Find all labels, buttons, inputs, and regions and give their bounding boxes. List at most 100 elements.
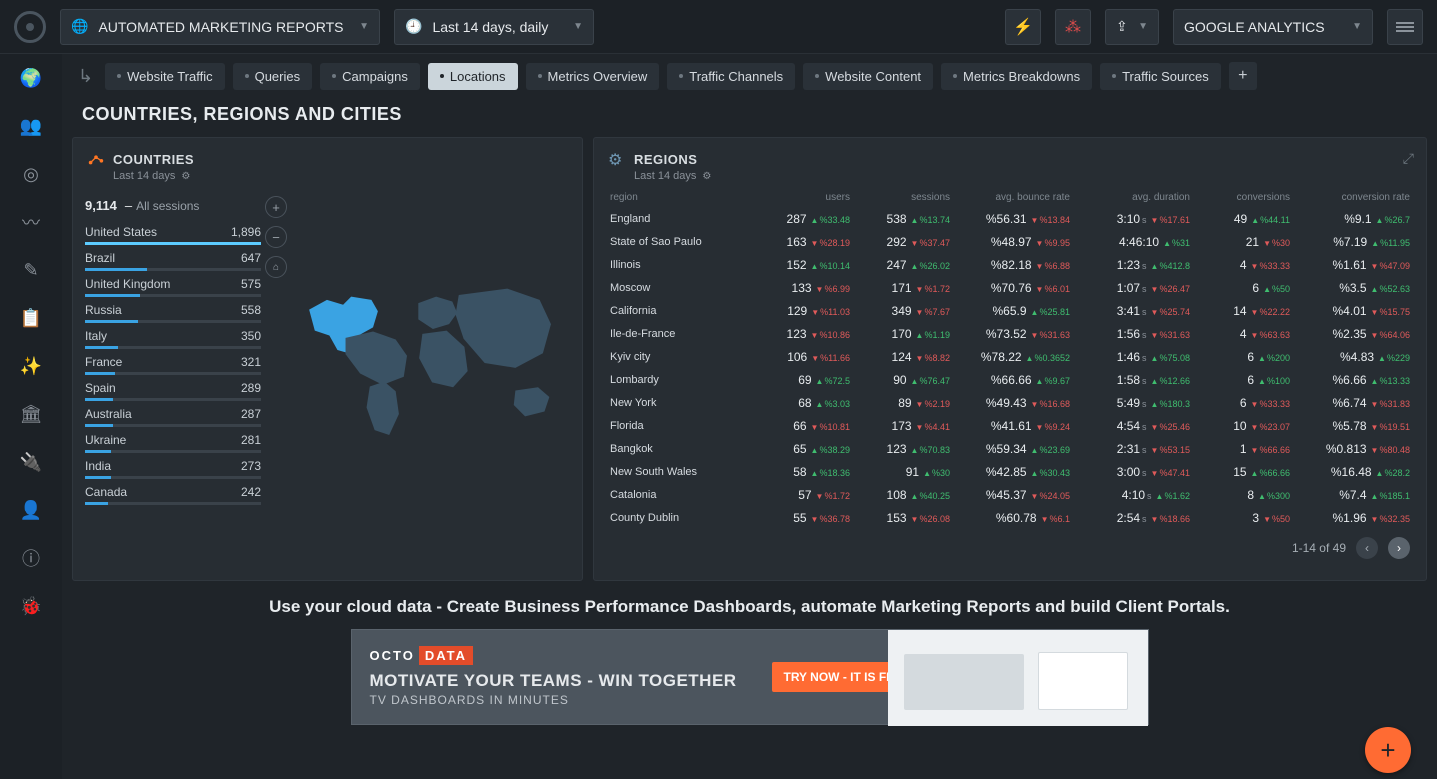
- promo-brand-2: DATA: [419, 646, 473, 665]
- nav-plug-icon[interactable]: 🔌: [19, 450, 43, 474]
- promo-section: Use your cloud data - Create Business Pe…: [72, 597, 1427, 725]
- country-row[interactable]: India273: [83, 455, 263, 481]
- page-title: COUNTRIES, REGIONS AND CITIES: [72, 98, 1427, 137]
- bug-icon-button[interactable]: ⁂: [1055, 9, 1091, 45]
- share-button[interactable]: ⇪ ▼: [1105, 9, 1159, 45]
- next-page-button[interactable]: ›: [1388, 537, 1410, 559]
- topbar: 🌐 AUTOMATED MARKETING REPORTS ▼ 🕘 Last 1…: [0, 0, 1437, 54]
- source-select[interactable]: GOOGLE ANALYTICS ▼: [1173, 9, 1373, 45]
- country-row[interactable]: Italy350: [83, 325, 263, 351]
- country-row[interactable]: Canada242: [83, 481, 263, 507]
- nav-people-icon[interactable]: 👥: [19, 114, 43, 138]
- tabs-row: ↳ Website Traffic Queries Campaigns Locatio…: [72, 54, 1427, 98]
- region-row[interactable]: Ile-de-France123▼%10.86170▲%1.19%73.52▼%…: [594, 322, 1426, 345]
- prev-page-button[interactable]: ‹: [1356, 537, 1378, 559]
- nav-globe-icon[interactable]: 🌍: [19, 66, 43, 90]
- gear-icon: ⚙: [608, 150, 626, 168]
- region-row[interactable]: New South Wales58▲%18.3691▲%30%42.85▲%30…: [594, 460, 1426, 483]
- world-map[interactable]: [297, 194, 572, 507]
- nav-bank-icon[interactable]: 🏛: [19, 402, 43, 426]
- regions-title: REGIONS: [634, 152, 697, 167]
- caret-down-icon: ▼: [573, 21, 583, 32]
- regions-header-row: region users sessions avg. bounce rate a…: [594, 190, 1426, 207]
- add-tab-button[interactable]: +: [1229, 62, 1257, 90]
- country-row[interactable]: Australia287: [83, 403, 263, 429]
- promo-banner[interactable]: OCTODATA MOTIVATE YOUR TEAMS - WIN TOGET…: [351, 629, 1149, 725]
- country-row[interactable]: United States1,896: [83, 221, 263, 247]
- country-row[interactable]: Ukraine281: [83, 429, 263, 455]
- region-row[interactable]: Bangkok65▲%38.29123▲%70.83%59.34▲%23.692…: [594, 437, 1426, 460]
- nav-pencil-icon[interactable]: ✎: [19, 258, 43, 282]
- tab-metrics-breakdowns[interactable]: Metrics Breakdowns: [941, 63, 1092, 90]
- gear-icon[interactable]: ⚙: [702, 171, 711, 182]
- all-sessions-row: 9,114 – All sessions: [83, 194, 263, 221]
- region-row[interactable]: New York68▲%3.0389▼%2.19%49.43▼%16.685:4…: [594, 391, 1426, 414]
- caret-down-icon: ▼: [1352, 21, 1362, 32]
- left-nav: 🌍 👥 ◎ 〰 ✎ 📋 ✨ 🏛 🔌 👤 ⓘ 🐞: [0, 54, 62, 779]
- country-row[interactable]: Spain289: [83, 377, 263, 403]
- region-row[interactable]: England287▲%33.48538▲%13.74%56.31▼%13.84…: [594, 207, 1426, 230]
- nav-radar-icon[interactable]: ◎: [19, 162, 43, 186]
- countries-title: COUNTRIES: [113, 152, 194, 167]
- country-row[interactable]: France321: [83, 351, 263, 377]
- country-row[interactable]: Russia558: [83, 299, 263, 325]
- regions-subtitle: Last 14 days: [634, 170, 696, 182]
- report-select[interactable]: 🌐 AUTOMATED MARKETING REPORTS ▼: [60, 9, 380, 45]
- nav-user-icon[interactable]: 👤: [19, 498, 43, 522]
- regions-panel: ⤢ ⚙ REGIONS Last 14 days ⚙ region users …: [593, 137, 1427, 581]
- tab-traffic-sources[interactable]: Traffic Sources: [1100, 63, 1221, 90]
- all-sessions-label: All sessions: [136, 199, 199, 213]
- region-row[interactable]: Florida66▼%10.81173▼%4.41%41.61▼%9.244:5…: [594, 414, 1426, 437]
- region-row[interactable]: Lombardy69▲%72.590▲%76.47%66.66▲%9.671:5…: [594, 368, 1426, 391]
- nav-chart-icon[interactable]: 〰: [19, 210, 43, 234]
- date-range-select[interactable]: 🕘 Last 14 days, daily ▼: [394, 9, 594, 45]
- region-row[interactable]: Catalonia57▼%1.72108▲%40.25%45.37▼%24.05…: [594, 483, 1426, 506]
- caret-down-icon: ▼: [1138, 21, 1148, 32]
- nav-info-icon[interactable]: ⓘ: [19, 546, 43, 570]
- flow-icon: ↳: [78, 66, 93, 87]
- countries-subtitle: Last 14 days: [113, 170, 175, 182]
- tab-traffic-channels[interactable]: Traffic Channels: [667, 63, 795, 90]
- tab-metrics-overview[interactable]: Metrics Overview: [526, 63, 660, 90]
- globe-icon: 🌐: [71, 18, 88, 35]
- app-logo: [14, 11, 46, 43]
- nav-debug-icon[interactable]: 🐞: [19, 594, 43, 618]
- promo-headline: Use your cloud data - Create Business Pe…: [72, 597, 1427, 617]
- promo-brand-1: OCTO: [370, 648, 415, 663]
- date-range-label: Last 14 days, daily: [432, 19, 548, 35]
- caret-down-icon: ▼: [359, 21, 369, 32]
- country-row[interactable]: Brazil647: [83, 247, 263, 273]
- plug-icon-button[interactable]: ⚡: [1005, 9, 1041, 45]
- countries-list: 9,114 – All sessions United States1,896B…: [83, 194, 263, 507]
- tab-website-content[interactable]: Website Content: [803, 63, 933, 90]
- region-row[interactable]: County Dublin55▼%36.78153▼%26.08%60.78▼%…: [594, 506, 1426, 529]
- all-sessions-value: 9,114: [85, 198, 117, 213]
- tab-queries[interactable]: Queries: [233, 63, 313, 90]
- nav-wand-icon[interactable]: ✨: [19, 354, 43, 378]
- add-country-button[interactable]: +: [265, 196, 287, 218]
- home-country-button[interactable]: ⌂: [265, 256, 287, 278]
- report-select-label: AUTOMATED MARKETING REPORTS: [98, 19, 343, 35]
- tab-website-traffic[interactable]: Website Traffic: [105, 63, 225, 90]
- promo-preview: [888, 630, 1148, 726]
- tab-campaigns[interactable]: Campaigns: [320, 63, 420, 90]
- region-row[interactable]: Kyiv city106▼%11.66124▼%8.82%78.22▲%0.36…: [594, 345, 1426, 368]
- menu-button[interactable]: [1387, 9, 1423, 45]
- share-icon: ⇪: [1116, 18, 1128, 35]
- fab-add-button[interactable]: +: [1365, 727, 1411, 773]
- tab-locations[interactable]: Locations: [428, 63, 518, 90]
- region-row[interactable]: California129▼%11.03349▼%7.67%65.9▲%25.8…: [594, 299, 1426, 322]
- nav-clipboard-icon[interactable]: 📋: [19, 306, 43, 330]
- remove-country-button[interactable]: −: [265, 226, 287, 248]
- clock-icon: 🕘: [405, 18, 422, 35]
- countries-panel: COUNTRIES Last 14 days ⚙ 9,114 – All ses…: [72, 137, 583, 581]
- regions-page-label: 1-14 of 49: [1292, 541, 1346, 555]
- region-row[interactable]: State of Sao Paulo163▼%28.19292▼%37.47%4…: [594, 230, 1426, 253]
- promo-line-3: TV DASHBOARDS IN MINUTES: [370, 693, 894, 707]
- gear-icon[interactable]: ⚙: [181, 171, 190, 182]
- countries-icon: [87, 150, 105, 168]
- region-row[interactable]: Moscow133▼%6.99171▼%1.72%70.76▼%6.011:07…: [594, 276, 1426, 299]
- country-row[interactable]: United Kingdom575: [83, 273, 263, 299]
- region-row[interactable]: Illinois152▲%10.14247▲%26.02%82.18▼%6.88…: [594, 253, 1426, 276]
- expand-icon[interactable]: ⤢: [1403, 150, 1414, 167]
